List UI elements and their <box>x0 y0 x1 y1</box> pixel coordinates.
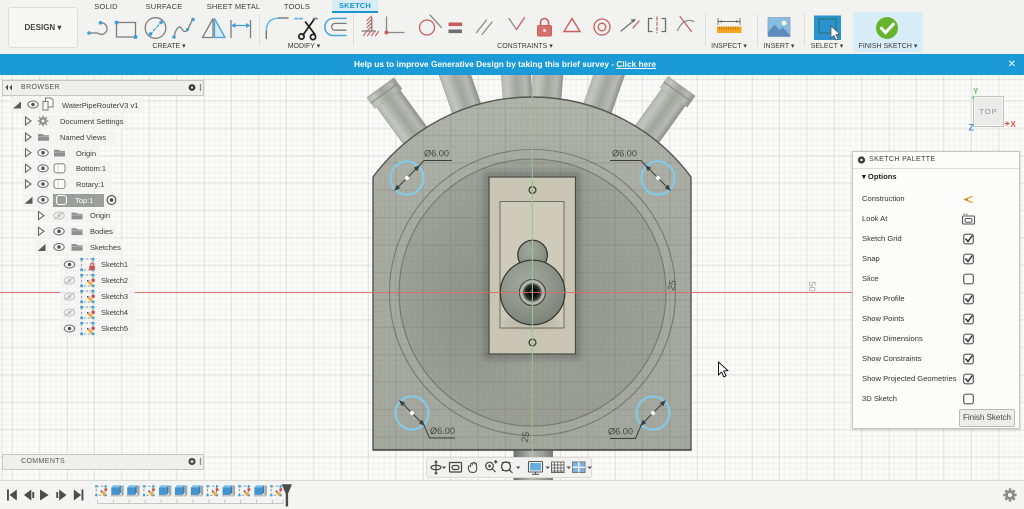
svg-text:Z: Z <box>969 123 975 133</box>
svg-text:Ø6.00: Ø6.00 <box>612 149 637 159</box>
svg-text:50: 50 <box>806 281 817 292</box>
svg-text:X: X <box>1011 120 1017 129</box>
svg-text:Ø6.00: Ø6.00 <box>608 427 633 437</box>
svg-text:Ø6.00: Ø6.00 <box>430 426 455 436</box>
svg-text:Ø6.00: Ø6.00 <box>424 149 449 159</box>
svg-text:25: 25 <box>520 431 533 443</box>
svg-text:Y: Y <box>973 87 979 96</box>
